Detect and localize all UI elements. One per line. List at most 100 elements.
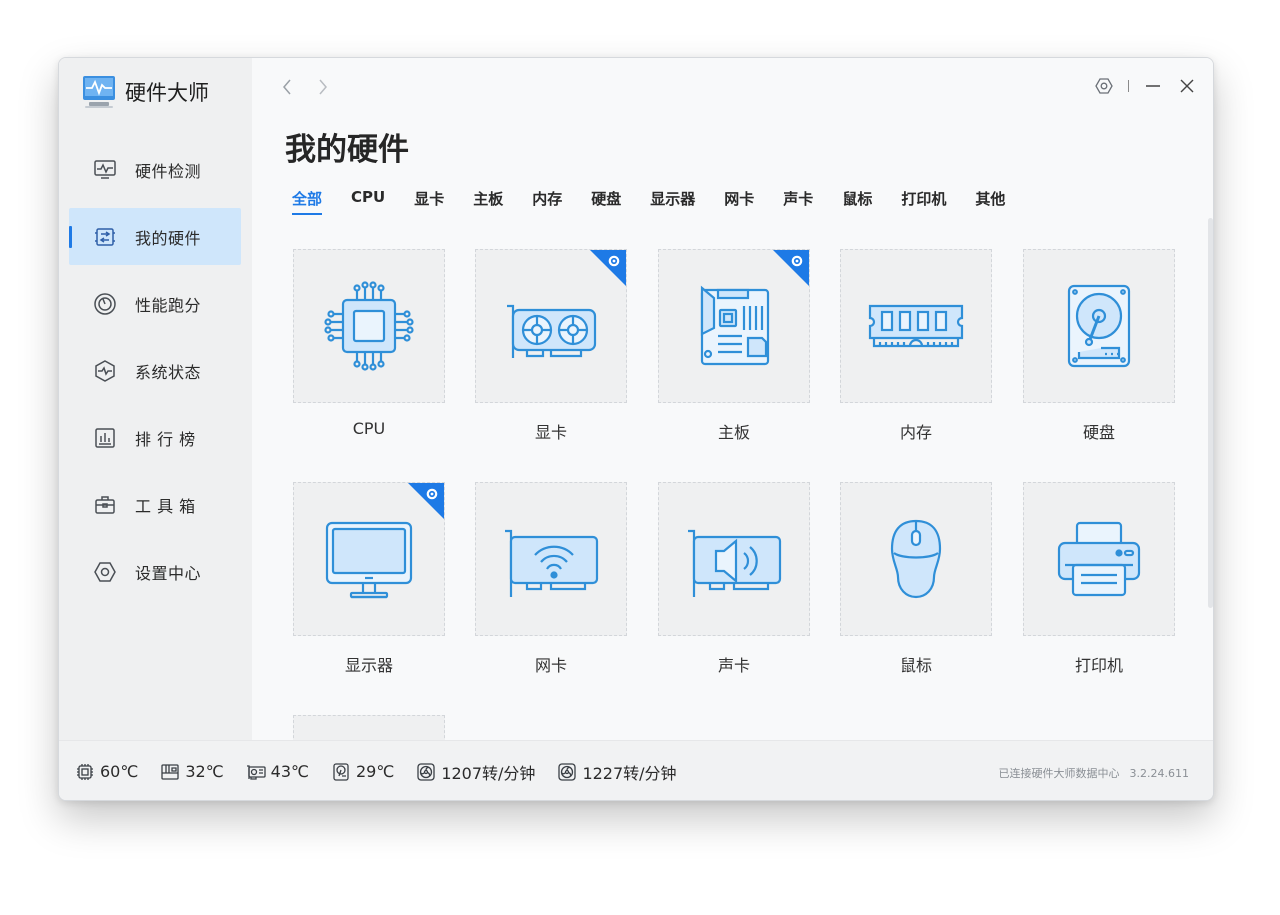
ram-icon xyxy=(868,304,964,348)
card-icon-box xyxy=(475,249,627,403)
gpu-temp-icon xyxy=(246,764,266,780)
card-icon-box xyxy=(475,482,627,636)
network-card-icon xyxy=(505,529,599,597)
tab-graphics[interactable]: 显卡 xyxy=(414,188,444,215)
tab-motherboard[interactable]: 主板 xyxy=(473,188,503,215)
bar-chart-icon xyxy=(95,427,115,448)
sidebar-item-benchmark[interactable]: 性能跑分 xyxy=(69,275,241,332)
sidebar: 硬件大师 硬件检测 我的硬件 性能跑分 系统状态 排 行 榜 工 具 箱 设置中… xyxy=(59,58,252,740)
board-chip-icon xyxy=(95,227,115,246)
hardware-card-motherboard[interactable]: 主板 xyxy=(658,249,810,443)
fan-speed-2-value: 1227转/分钟 xyxy=(582,763,677,783)
main-panel: 我的硬件 全部 CPU 显卡 主板 内存 硬盘 显示器 网卡 声卡 鼠标 打印机… xyxy=(252,58,1213,740)
forward-arrow-icon[interactable] xyxy=(316,76,330,98)
scrollbar[interactable] xyxy=(1208,218,1213,608)
close-icon[interactable] xyxy=(1177,76,1197,96)
hardware-card-mouse[interactable]: 鼠标 xyxy=(840,482,992,676)
fan-speed-1-value: 1207转/分钟 xyxy=(441,763,536,783)
gpu-temperature: 43℃ xyxy=(246,762,309,782)
card-icon-box xyxy=(1023,249,1175,403)
hardware-card-graphics[interactable]: 显卡 xyxy=(475,249,627,443)
card-icon-box xyxy=(840,249,992,403)
motherboard-icon xyxy=(700,285,770,366)
page-title: 我的硬件 xyxy=(285,132,409,168)
sidebar-item-label: 设置中心 xyxy=(135,563,202,583)
fan-icon xyxy=(558,762,577,781)
cpu-temp-icon xyxy=(77,763,93,780)
card-icon-box xyxy=(293,482,445,636)
card-label: 鼠标 xyxy=(899,656,932,675)
tab-other[interactable]: 其他 xyxy=(975,188,1005,215)
cpu-temperature-value: 60℃ xyxy=(100,762,139,781)
sidebar-nav: 硬件检测 我的硬件 性能跑分 系统状态 排 行 榜 工 具 箱 设置中心 xyxy=(69,141,241,610)
sidebar-item-my-hardware[interactable]: 我的硬件 xyxy=(69,208,241,265)
sidebar-item-label: 性能跑分 xyxy=(135,295,202,315)
card-label: CPU xyxy=(352,419,386,438)
tab-network[interactable]: 网卡 xyxy=(724,188,754,215)
card-label: 显卡 xyxy=(534,423,567,442)
toolbox-icon xyxy=(95,495,115,514)
hardware-card-memory[interactable]: 内存 xyxy=(840,249,992,443)
sidebar-item-toolbox[interactable]: 工 具 箱 xyxy=(69,476,241,533)
tab-mouse[interactable]: 鼠标 xyxy=(842,188,872,215)
window-controls xyxy=(1094,76,1197,96)
control-divider xyxy=(1128,80,1129,92)
hexagon-pulse-icon xyxy=(95,359,115,382)
card-label: 打印机 xyxy=(1074,656,1123,675)
back-arrow-icon[interactable] xyxy=(280,76,294,98)
settings-icon[interactable] xyxy=(1094,76,1114,96)
card-icon-box xyxy=(840,482,992,636)
hard-disk-icon xyxy=(1067,284,1131,368)
board-temperature: 32℃ xyxy=(160,762,224,782)
sidebar-item-label: 我的硬件 xyxy=(135,228,202,248)
monitor-pulse-icon xyxy=(94,159,116,179)
version-label: 3.2.24.611 xyxy=(1129,767,1189,780)
app-title: 硬件大师 xyxy=(125,81,209,105)
disk-temp-icon xyxy=(333,762,349,781)
card-label: 网卡 xyxy=(534,656,567,675)
card-label: 内存 xyxy=(899,423,932,442)
hardware-card-sound[interactable]: 声卡 xyxy=(658,482,810,676)
hardware-card-monitor[interactable]: 显示器 xyxy=(293,482,445,676)
connection-info: 已连接硬件大师数据中心 3.2.24.611 xyxy=(999,765,1189,781)
fan-speed-2: 1227转/分钟 xyxy=(557,760,677,784)
hardware-card-other[interactable] xyxy=(293,715,445,740)
gpu-temperature-value: 43℃ xyxy=(270,762,309,781)
settings-hex-icon xyxy=(94,561,116,582)
disk-temperature: 29℃ xyxy=(331,762,394,782)
cpu-icon xyxy=(324,281,414,371)
tab-cpu[interactable]: CPU xyxy=(351,188,385,215)
printer-icon xyxy=(1057,521,1141,597)
sidebar-item-hardware-detect[interactable]: 硬件检测 xyxy=(69,141,241,198)
hardware-card-printer[interactable]: 打印机 xyxy=(1023,482,1175,676)
card-icon-box xyxy=(658,249,810,403)
hardware-card-cpu[interactable]: CPU xyxy=(293,249,445,438)
hardware-card-disk[interactable]: 硬盘 xyxy=(1023,249,1175,443)
hardware-grid: CPU 显卡 主板 内存 硬盘 显示器 网卡 声卡 鼠标 打印机 xyxy=(293,249,1193,740)
settings-badge-icon[interactable] xyxy=(590,250,626,286)
fan-speed-1: 1207转/分钟 xyxy=(416,760,535,784)
category-tabs: 全部 CPU 显卡 主板 内存 硬盘 显示器 网卡 声卡 鼠标 打印机 其他 xyxy=(292,188,1034,215)
board-temperature-value: 32℃ xyxy=(185,762,224,781)
sidebar-item-system-status[interactable]: 系统状态 xyxy=(69,342,241,399)
settings-badge-icon[interactable] xyxy=(408,483,444,519)
sidebar-item-ranking[interactable]: 排 行 榜 xyxy=(69,409,241,466)
card-label: 主板 xyxy=(717,423,750,442)
tab-memory[interactable]: 内存 xyxy=(532,188,562,215)
tab-disk[interactable]: 硬盘 xyxy=(591,188,621,215)
hardware-card-network[interactable]: 网卡 xyxy=(475,482,627,676)
tab-all[interactable]: 全部 xyxy=(292,188,323,215)
disk-temperature-value: 29℃ xyxy=(355,762,395,781)
minimize-icon[interactable] xyxy=(1143,76,1163,96)
app-window: 硬件大师 硬件检测 我的硬件 性能跑分 系统状态 排 行 榜 工 具 箱 设置中… xyxy=(58,57,1214,801)
tab-printer[interactable]: 打印机 xyxy=(901,188,946,215)
sidebar-item-settings[interactable]: 设置中心 xyxy=(69,543,241,600)
tab-sound[interactable]: 声卡 xyxy=(783,188,813,215)
card-icon-box xyxy=(1023,482,1175,636)
fan-icon xyxy=(417,762,435,781)
tab-monitor[interactable]: 显示器 xyxy=(650,188,695,215)
settings-badge-icon[interactable] xyxy=(773,250,809,286)
sound-card-icon xyxy=(688,529,782,597)
monitor-icon xyxy=(325,521,413,599)
card-label: 显示器 xyxy=(344,656,393,675)
